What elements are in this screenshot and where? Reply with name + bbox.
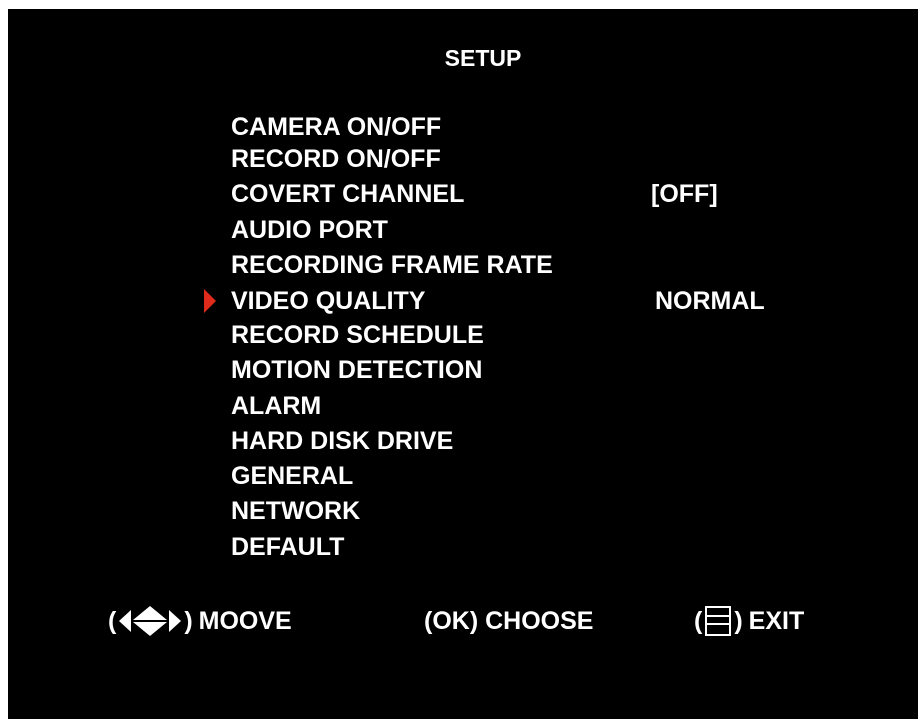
menu-item-label: HARD DISK DRIVE (231, 427, 454, 455)
menu-item-label: GENERAL (231, 462, 354, 490)
menu-item-label: NETWORK (231, 497, 361, 525)
menu-item-audio-port[interactable]: AUDIO PORT (231, 214, 891, 246)
hint-choose-label: (OK) CHOOSE (424, 607, 594, 635)
menu-item-label: MOTION DETECTION (231, 356, 483, 384)
menu-item-camera-on-off[interactable]: CAMERA ON/OFF (231, 111, 891, 143)
dvr-setup-screen: SETUP CAMERA ON/OFF RECORD ON/OFF COVERT… (8, 9, 918, 719)
menu-item-label: DEFAULT (231, 533, 345, 561)
hint-move: ( ) MOOVE (108, 601, 292, 641)
menu-item-value: NORMAL (655, 287, 765, 315)
menu-item-record-on-off[interactable]: RECORD ON/OFF (231, 143, 891, 175)
menu-item-label: ALARM (231, 392, 322, 420)
paren-open: ( (694, 607, 703, 635)
menu-item-value: [OFF] (651, 180, 718, 208)
hint-choose: (OK) CHOOSE (424, 601, 593, 641)
menu-item-record-schedule[interactable]: RECORD SCHEDULE (231, 319, 891, 351)
menu-item-video-quality[interactable]: VIDEO QUALITY NORMAL (204, 285, 891, 317)
menu-item-covert-channel[interactable]: COVERT CHANNEL [OFF] (231, 178, 891, 210)
menu-item-hard-disk-drive[interactable]: HARD DISK DRIVE (231, 425, 891, 457)
menu-item-motion-detection[interactable]: MOTION DETECTION (231, 354, 891, 386)
paren-open: ( (108, 607, 117, 635)
hint-exit-label: EXIT (748, 607, 805, 635)
arrow-left-icon (119, 610, 132, 632)
menu-item-label: RECORD ON/OFF (231, 145, 441, 173)
paren-close: ) (184, 607, 193, 635)
menu-item-label: VIDEO QUALITY (231, 287, 426, 315)
selection-pointer-icon (204, 289, 216, 313)
menu-item-label: CAMERA ON/OFF (231, 113, 442, 141)
menu-item-default[interactable]: DEFAULT (231, 531, 891, 563)
hint-move-label: MOOVE (198, 607, 292, 635)
page-title: SETUP (444, 45, 522, 71)
menu-item-alarm[interactable]: ALARM (231, 390, 891, 422)
menu-icon (705, 606, 732, 636)
hint-exit: ( ) EXIT (694, 601, 804, 641)
menu-item-label: RECORDING FRAME RATE (231, 251, 553, 279)
menu-item-recording-frame-rate[interactable]: RECORDING FRAME RATE (231, 249, 891, 281)
menu-item-label: RECORD SCHEDULE (231, 321, 484, 349)
paren-close: ) (734, 607, 743, 635)
menu-item-general[interactable]: GENERAL (231, 460, 891, 492)
arrow-right-icon (169, 610, 182, 632)
arrow-up-down-icon (133, 606, 168, 636)
menu-item-label: COVERT CHANNEL (231, 180, 465, 208)
menu-item-network[interactable]: NETWORK (231, 495, 891, 527)
menu-item-label: AUDIO PORT (231, 216, 388, 244)
